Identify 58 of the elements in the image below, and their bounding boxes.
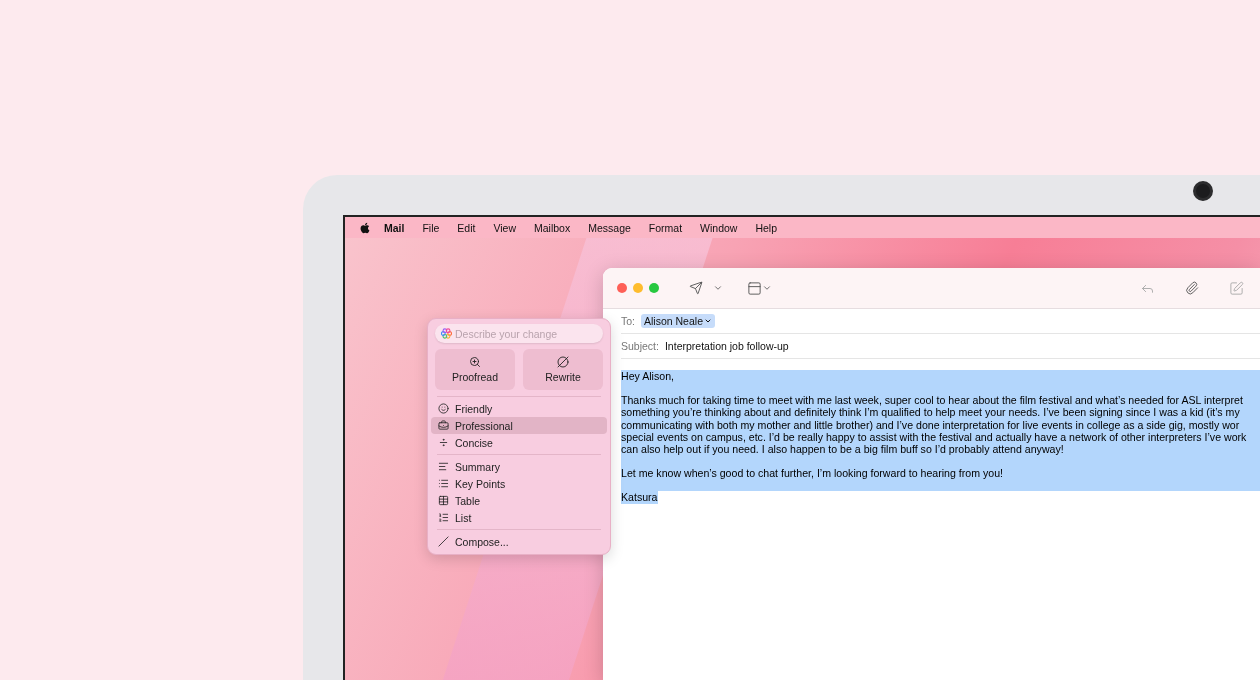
menu-item[interactable]: Mailbox xyxy=(525,221,580,234)
menu-option[interactable]: Professional xyxy=(431,417,607,434)
apple-icon[interactable] xyxy=(359,221,371,234)
body-text: special events on campus, etc. I’d be really happy to assist with the festival and actually have a network of other interpreters I’ve work xyxy=(621,430,1248,443)
camera-icon xyxy=(1193,181,1213,201)
minimize-button[interactable] xyxy=(633,283,643,293)
chevron-down-icon xyxy=(713,283,723,293)
menu-option[interactable]: Summary xyxy=(431,458,607,475)
chevron-down-icon xyxy=(762,283,772,293)
menu-item[interactable]: Message xyxy=(579,221,640,234)
menu-item[interactable]: Edit xyxy=(448,221,485,234)
list-icon xyxy=(438,478,449,489)
body-text: Thanks much for taking time to meet with me last week, super cool to hear about the film festival and what’s needed for ASL interpret xyxy=(621,394,1244,407)
body-text: can also help out if you need. I also happen to be a big film buff so I’d probably attend anyway! xyxy=(621,443,1065,456)
send-button[interactable] xyxy=(687,279,705,297)
pen-square-icon xyxy=(1229,280,1244,296)
app-menu[interactable]: Mail xyxy=(375,221,414,234)
lines-icon xyxy=(438,461,449,472)
table-icon xyxy=(438,495,449,506)
menu-item[interactable]: Help xyxy=(746,221,787,234)
body-text: Hey Alison, xyxy=(621,370,675,383)
divide-icon xyxy=(438,437,449,448)
smiley-icon xyxy=(438,403,449,414)
magnifier-icon xyxy=(469,356,481,368)
menu-option[interactable]: Key Points xyxy=(431,475,607,492)
menu-option[interactable]: List xyxy=(431,509,607,526)
list-icon xyxy=(438,512,449,523)
body-text: Let me know when’s good to chat further, I’m looking forward to hearing from you! xyxy=(621,467,1004,480)
menu-option[interactable]: Compose... xyxy=(431,533,607,550)
body-text: communicating with both my mother and little brother) and I’ve done interpretation for live events in college as a side gig, mostly wor xyxy=(621,418,1241,431)
menu-item[interactable]: Format xyxy=(639,221,692,234)
attach-button[interactable] xyxy=(1183,279,1201,297)
close-button[interactable] xyxy=(617,283,627,293)
menu-option[interactable]: Friendly xyxy=(431,400,607,417)
circle-slash-icon xyxy=(557,356,569,368)
chevron-down-icon xyxy=(703,317,712,325)
paper-plane-icon xyxy=(689,281,703,295)
to-label: To: xyxy=(621,315,635,327)
menu-item[interactable]: Window xyxy=(691,221,747,234)
paperclip-icon xyxy=(1185,281,1199,295)
describe-field[interactable]: Describe your change xyxy=(435,324,603,343)
compose-button[interactable] xyxy=(1227,278,1246,298)
body-text: something you’re thinking about and definitely think I’m qualified to help meet your needs. I’ve been signing since I was a kid (it’s my xyxy=(621,406,1241,419)
menu-option[interactable]: Concise xyxy=(431,434,607,451)
body-text: Katsura xyxy=(621,491,658,504)
slash-icon xyxy=(438,536,449,547)
recipient-token[interactable]: Alison Neale xyxy=(641,314,715,328)
menu-item[interactable]: File xyxy=(413,221,449,234)
menu-option[interactable]: Table xyxy=(431,492,607,509)
menu-item[interactable]: View xyxy=(484,221,525,234)
sparkle-icon xyxy=(441,328,452,339)
window-icon xyxy=(747,280,762,296)
briefcase-icon xyxy=(438,420,449,431)
action-button[interactable]: Rewrite xyxy=(523,349,603,390)
subject-label: Subject: xyxy=(621,340,659,352)
subject-text: Interpretation job follow-up xyxy=(664,340,789,352)
zoom-button[interactable] xyxy=(649,283,659,293)
action-button[interactable]: Proofread xyxy=(435,349,515,390)
